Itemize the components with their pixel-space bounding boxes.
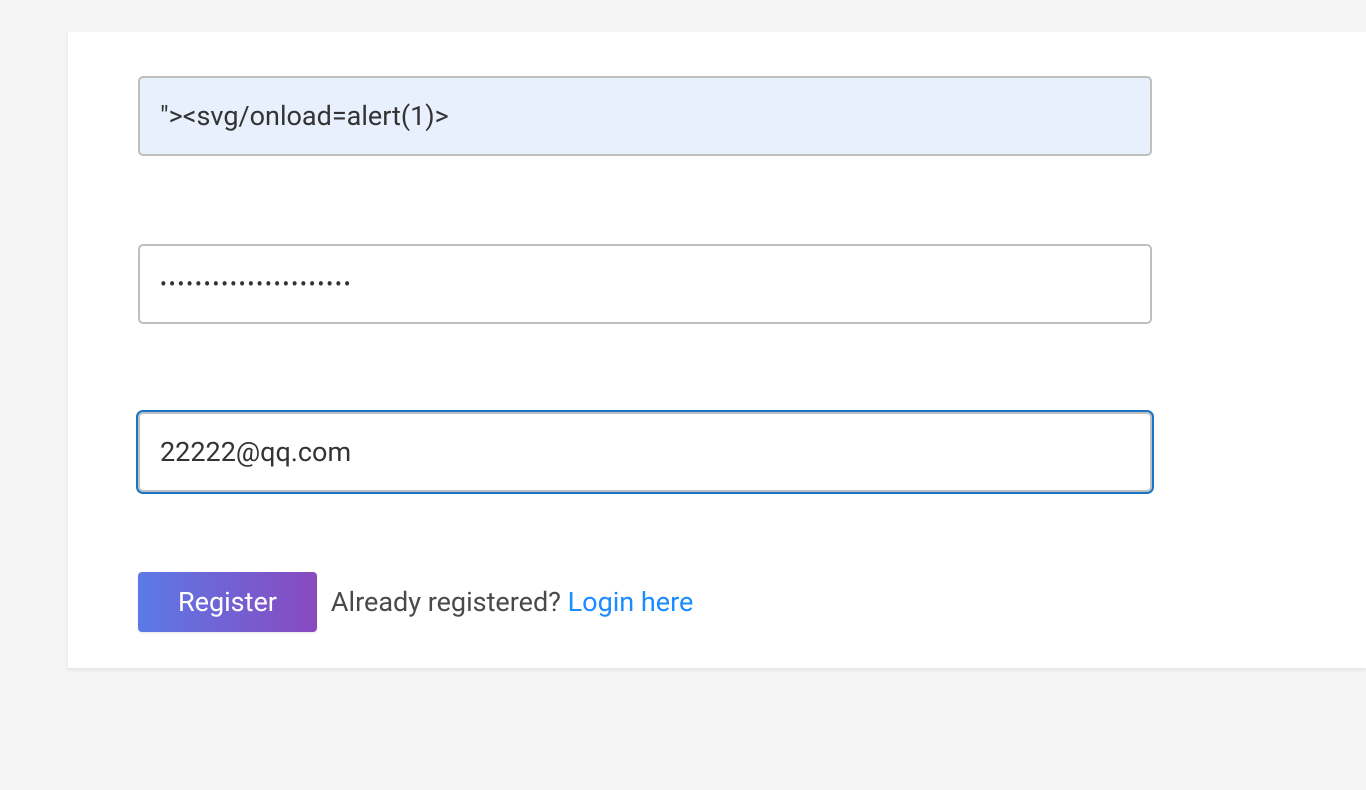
action-row: Register Already registered? Login here xyxy=(138,572,1152,632)
password-input[interactable] xyxy=(138,244,1152,324)
username-input[interactable] xyxy=(138,76,1152,156)
username-group xyxy=(138,76,1152,156)
password-group xyxy=(138,244,1152,324)
already-registered-prompt: Already registered? Login here xyxy=(331,586,693,618)
email-input[interactable] xyxy=(138,412,1152,492)
email-group xyxy=(138,412,1152,492)
registration-form-container: Register Already registered? Login here xyxy=(68,32,1366,668)
already-registered-text: Already registered? xyxy=(331,586,568,618)
register-button[interactable]: Register xyxy=(138,572,317,632)
login-link[interactable]: Login here xyxy=(568,586,694,618)
